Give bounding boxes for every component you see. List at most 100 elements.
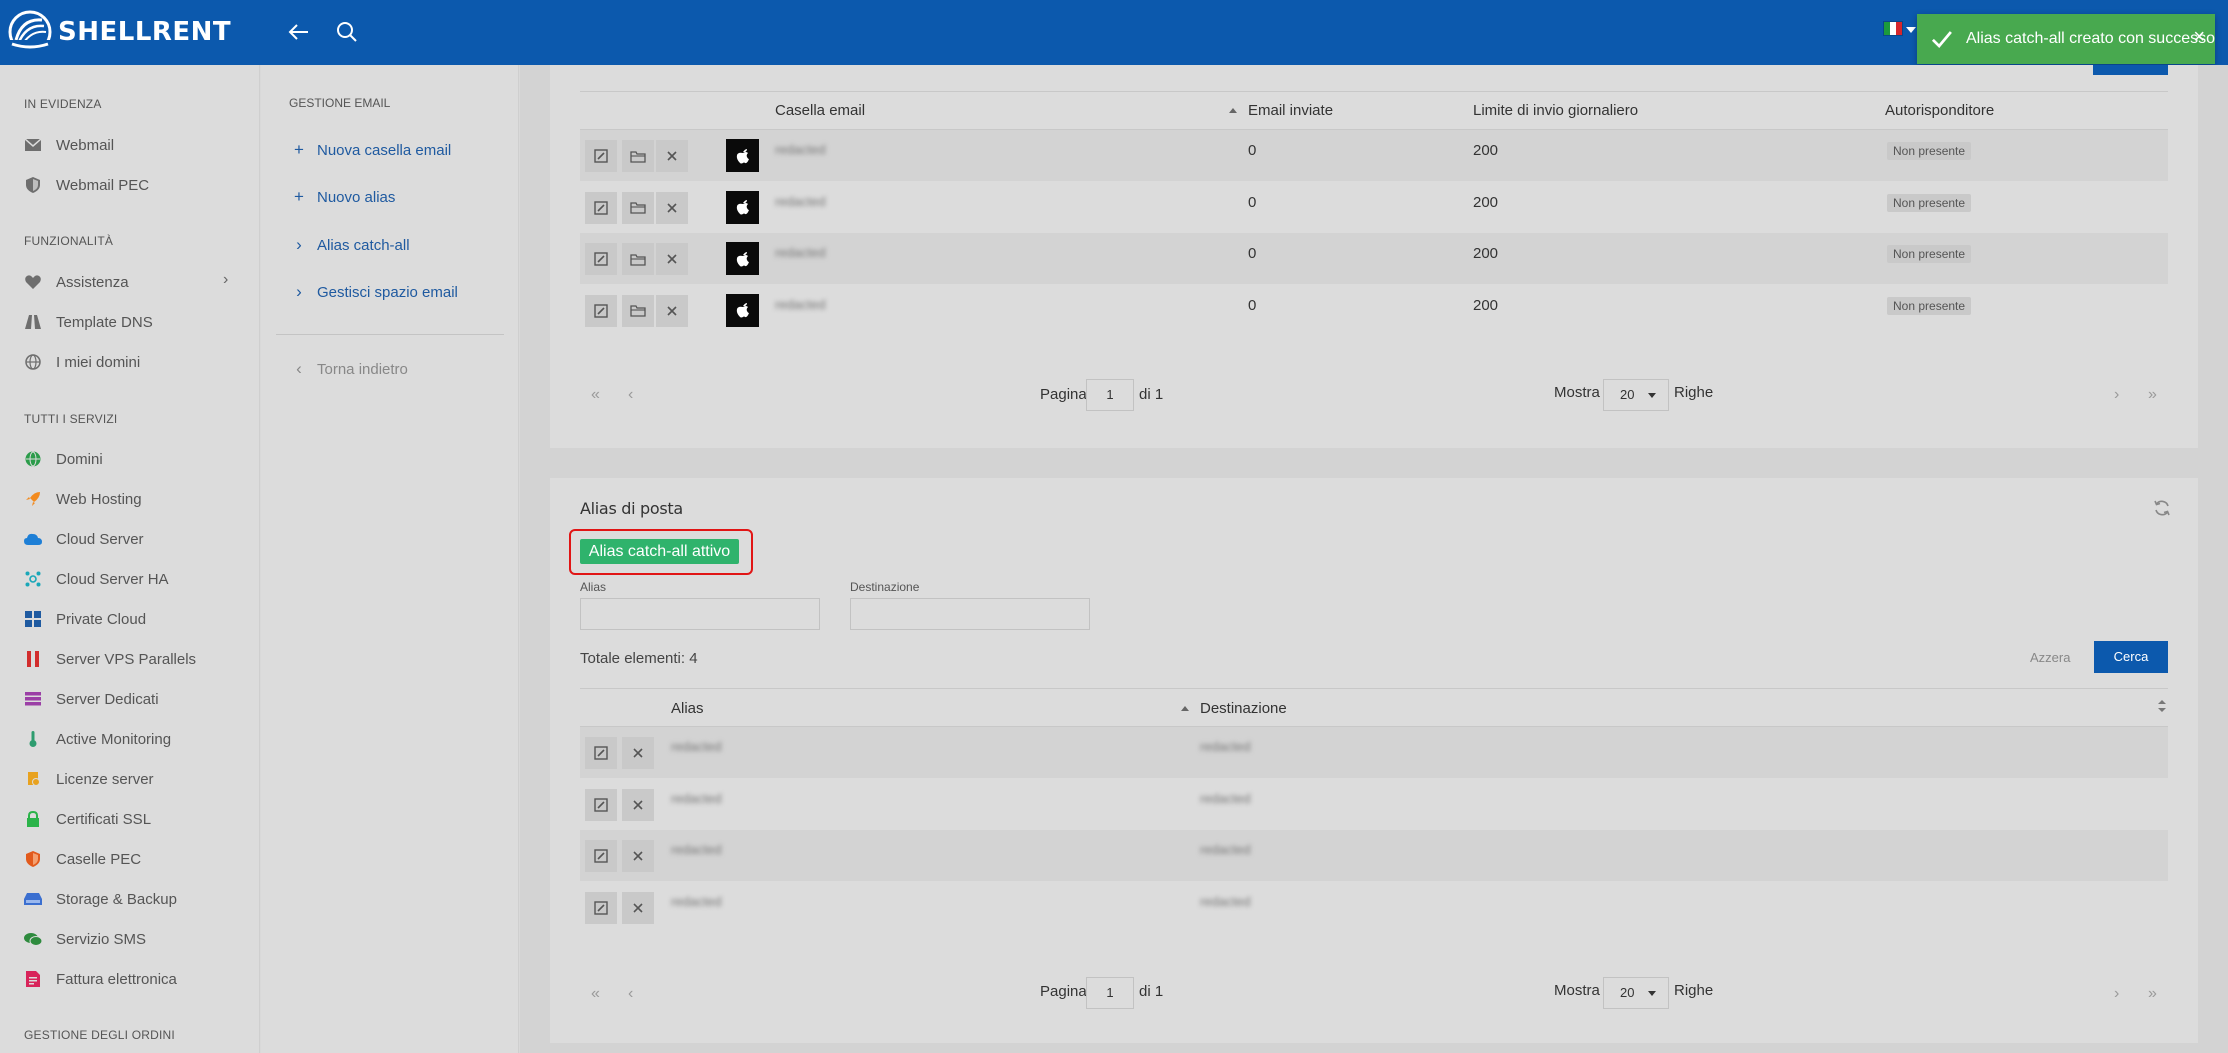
sidebar-item-web-hosting[interactable]: Web Hosting (24, 490, 142, 508)
heart-icon (24, 273, 42, 291)
sidebar-item-webmail-pec[interactable]: Webmail PEC (24, 176, 149, 194)
alias-filter-label: Alias (580, 580, 607, 594)
apple-config-icon[interactable] (726, 190, 759, 224)
edit-button[interactable] (585, 891, 617, 924)
col-header-destination[interactable]: Destinazione (1200, 700, 1287, 717)
delete-button[interactable] (656, 191, 688, 224)
submenu-item-label: Alias catch-all (317, 236, 410, 254)
sidebar-item-miei-domini[interactable]: I miei domini (24, 353, 140, 371)
search-icon[interactable] (334, 19, 360, 45)
sidebar-item-label: Template DNS (56, 313, 153, 331)
arrow-left-icon[interactable] (286, 19, 312, 45)
open-folder-button[interactable] (622, 294, 654, 327)
open-folder-button[interactable] (622, 140, 654, 172)
first-page-button[interactable]: « (591, 985, 600, 1003)
sidebar-item-webmail[interactable]: Webmail (24, 136, 114, 154)
page-input[interactable]: 1 (1086, 379, 1134, 411)
rows-per-page-select[interactable]: 20 (1603, 977, 1669, 1009)
submenu-item-new-alias[interactable]: + Nuovo alias (293, 187, 395, 207)
daily-limit: 200 (1473, 193, 1499, 211)
refresh-icon[interactable] (2153, 499, 2171, 517)
open-folder-button[interactable] (622, 191, 654, 224)
submenu-item-new-mailbox[interactable]: + Nuova casella email (293, 140, 451, 160)
rows-per-page-select[interactable]: 20 (1603, 379, 1669, 411)
chevron-right-icon[interactable]: › (223, 271, 228, 289)
last-page-button[interactable]: » (2148, 386, 2157, 404)
check-icon (1931, 31, 1952, 49)
italian-flag-icon[interactable] (1883, 21, 1903, 36)
edit-button[interactable] (585, 788, 617, 821)
open-folder-button[interactable] (622, 243, 654, 275)
sidebar-item-label: Licenze server (56, 770, 154, 788)
alias-destination: redacted (1200, 739, 1251, 754)
page-label: Pagina (1040, 983, 1087, 1000)
sidebar-item-cloud-server[interactable]: Cloud Server (24, 530, 144, 548)
sidebar-item-certificati-ssl[interactable]: Certificati SSL (24, 810, 151, 828)
sidebar-item-assistenza[interactable]: Assistenza (24, 273, 129, 291)
back-link[interactable]: ‹ Torna indietro (293, 359, 408, 379)
sidebar-item-licenze-server[interactable]: Licenze server (24, 770, 154, 788)
edit-button[interactable] (585, 840, 617, 872)
col-header-limit[interactable]: Limite di invio giornaliero (1473, 102, 1638, 119)
sidebar-item-private-cloud[interactable]: Private Cloud (24, 610, 146, 628)
last-page-button[interactable]: » (2148, 985, 2157, 1003)
col-header-sent[interactable]: Email inviate (1248, 102, 1333, 119)
sort-asc-icon[interactable] (1181, 706, 1189, 711)
edit-button[interactable] (585, 191, 617, 224)
submenu-item-catch-all[interactable]: › Alias catch-all (293, 235, 410, 255)
new-mailbox-button[interactable] (2093, 65, 2168, 75)
destination-filter-input[interactable] (850, 598, 1090, 630)
sidebar-item-template-dns[interactable]: Template DNS (24, 313, 153, 331)
delete-button[interactable] (656, 294, 688, 327)
edit-button[interactable] (585, 140, 617, 172)
reset-button[interactable]: Azzera (2030, 650, 2070, 665)
sidebar-item-label: Webmail PEC (56, 176, 150, 194)
sidebar-item-caselle-pec[interactable]: Caselle PEC (24, 850, 141, 868)
sidebar-item-server-dedicati[interactable]: Server Dedicati (24, 690, 159, 708)
sidebar-item-fattura-elettronica[interactable]: Fattura elettronica (24, 970, 177, 988)
delete-button[interactable] (656, 243, 688, 275)
delete-button[interactable] (622, 737, 654, 769)
apple-config-icon[interactable] (726, 293, 759, 327)
submenu-item-label: Nuova casella email (317, 141, 452, 159)
search-button[interactable]: Cerca (2094, 641, 2168, 673)
sidebar-item-label: Assistenza (56, 273, 129, 291)
mail-icon (24, 136, 42, 154)
language-dropdown-caret-icon[interactable] (1906, 27, 1916, 33)
apple-config-icon[interactable] (726, 242, 759, 275)
autoresponder-badge: Non presente (1887, 193, 1972, 212)
sidebar-item-active-monitoring[interactable]: Active Monitoring (24, 730, 171, 748)
sidebar-item-server-vps-parallels[interactable]: Server VPS Parallels (24, 650, 196, 668)
toast-close-button[interactable]: × (2193, 26, 2205, 49)
delete-button[interactable] (622, 788, 654, 821)
sidebar-item-cloud-server-ha[interactable]: Cloud Server HA (24, 570, 169, 588)
prev-page-button[interactable]: ‹ (628, 386, 633, 404)
sidebar-item-storage-backup[interactable]: Storage & Backup (24, 890, 177, 908)
sidebar-item-servizio-sms[interactable]: Servizio SMS (24, 930, 146, 948)
col-header-email[interactable]: Casella email (775, 102, 865, 119)
edit-button[interactable] (585, 243, 617, 275)
cloud-icon (24, 530, 42, 548)
sidebar-item-domini[interactable]: Domini (24, 450, 103, 468)
submenu-item-manage-space[interactable]: › Gestisci spazio email (293, 282, 458, 302)
destination-filter-label: Destinazione (850, 580, 920, 594)
next-page-button[interactable]: › (2114, 985, 2119, 1003)
delete-button[interactable] (622, 840, 654, 872)
sort-asc-icon[interactable] (1229, 108, 1237, 113)
apple-config-icon[interactable] (726, 139, 759, 172)
edit-button[interactable] (585, 737, 617, 769)
edit-button[interactable] (585, 294, 617, 327)
mailbox-email: redacted (775, 296, 826, 312)
brand-logo[interactable]: SHELLRENT (8, 10, 231, 54)
col-header-autoresponder[interactable]: Autorisponditore (1885, 102, 1994, 119)
delete-button[interactable] (622, 891, 654, 924)
alias-filter-input[interactable] (580, 598, 820, 630)
prev-page-button[interactable]: ‹ (628, 985, 633, 1003)
page-input[interactable]: 1 (1086, 977, 1134, 1009)
delete-button[interactable] (656, 140, 688, 172)
shield-icon (24, 176, 42, 194)
col-header-alias[interactable]: Alias (671, 700, 704, 717)
sort-both-icon[interactable] (2157, 699, 2167, 713)
first-page-button[interactable]: « (591, 386, 600, 404)
next-page-button[interactable]: › (2114, 386, 2119, 404)
